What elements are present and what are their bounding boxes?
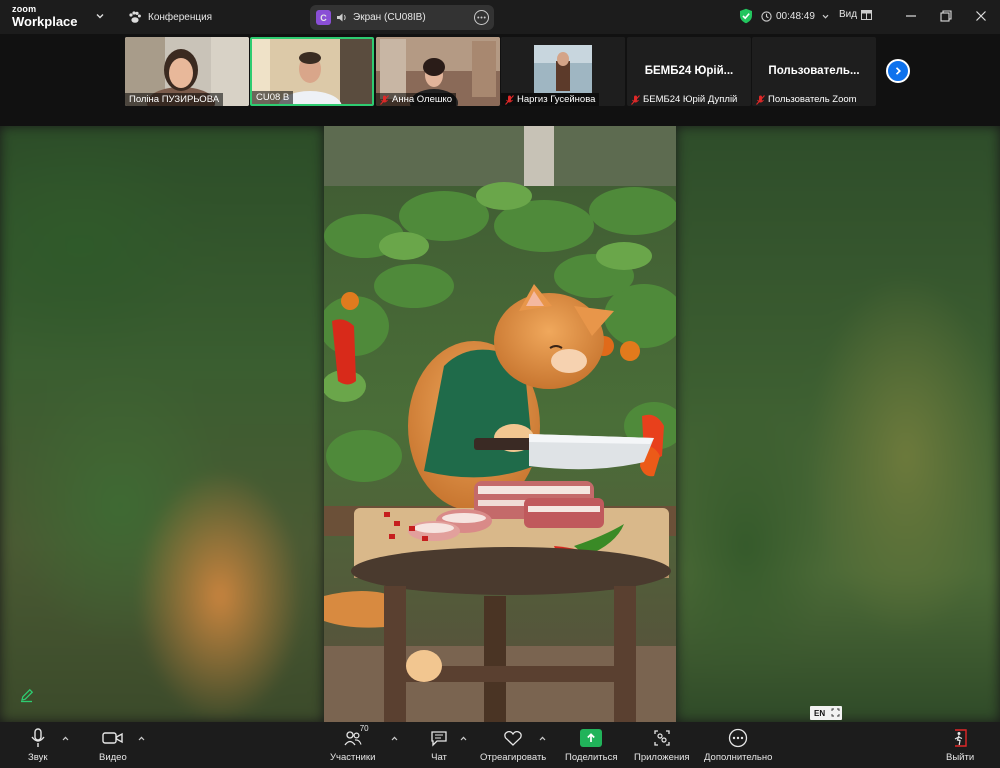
- audio-button[interactable]: Звук: [28, 727, 47, 763]
- participant-name: БЕМБ24 Юрій Дуплій: [627, 93, 741, 106]
- sharer-avatar: C: [316, 10, 331, 25]
- leave-button[interactable]: Выйти: [946, 727, 974, 763]
- meeting-timer[interactable]: 00:48:49: [761, 8, 834, 24]
- language-indicator[interactable]: EN: [810, 706, 842, 720]
- chevron-up-icon[interactable]: [61, 734, 70, 743]
- cat-cooking-image: [324, 126, 676, 722]
- view-button[interactable]: Вид: [839, 9, 873, 20]
- apps-label: Приложения: [634, 752, 690, 763]
- chat-label: Чат: [431, 752, 447, 763]
- apps-icon: [654, 730, 670, 746]
- expand-icon: [831, 708, 840, 717]
- screen-share-label: Экран (CU08IB): [353, 12, 426, 23]
- camera-icon: [102, 732, 123, 744]
- title-bar: zoom Workplace Конференция C Экран (CU08…: [0, 0, 1000, 34]
- participant-tile-active[interactable]: CU08 B: [250, 37, 374, 106]
- participant-tile[interactable]: БЕМБ24 Юрій... БЕМБ24 Юрій Дуплій: [627, 37, 751, 106]
- muted-mic-icon: [756, 94, 765, 105]
- participant-strip: Поліна ПУЗИРЬОВА CU08 B Анна Олешко Нарг…: [0, 34, 1000, 126]
- chevron-up-icon[interactable]: [390, 734, 399, 743]
- leave-label: Выйти: [946, 752, 975, 763]
- view-label: Вид: [839, 9, 858, 20]
- share-arrow-icon: [580, 729, 603, 747]
- meeting-info-button[interactable]: Конференция: [128, 9, 212, 25]
- chevron-right-icon: [895, 67, 902, 75]
- participants-count: 70: [359, 724, 369, 733]
- meeting-label: Конференция: [148, 11, 213, 23]
- participant-name: CU08 B: [252, 91, 294, 104]
- heart-icon: [504, 730, 522, 746]
- chevron-down-icon[interactable]: [94, 10, 106, 22]
- audio-label: Звук: [28, 752, 48, 763]
- grid-view-icon: [861, 9, 873, 20]
- participant-tile[interactable]: Пользователь... Пользователь Zoom: [752, 37, 876, 106]
- participant-name: Наргиз Гусейнова: [501, 93, 600, 106]
- blurred-background-right: [676, 126, 1000, 722]
- close-icon[interactable]: [973, 8, 989, 24]
- chat-icon: [431, 730, 447, 747]
- language-text: EN: [814, 708, 826, 718]
- restore-icon[interactable]: [938, 8, 954, 24]
- next-page-button[interactable]: [886, 59, 910, 83]
- video-label: Видео: [99, 752, 127, 763]
- blurred-background-left: [0, 126, 324, 722]
- muted-mic-icon: [380, 94, 389, 105]
- participants-button[interactable]: 70 Участники: [330, 724, 376, 763]
- chevron-up-icon[interactable]: [137, 734, 146, 743]
- participant-tile[interactable]: Поліна ПУЗИРЬОВА: [125, 37, 249, 106]
- meeting-toolbar: Звук Видео 70 Участники Чат Отреагироват…: [0, 722, 1000, 768]
- video-button[interactable]: Видео: [99, 727, 127, 763]
- microphone-icon: [31, 728, 45, 747]
- react-label: Отреагировать: [480, 752, 547, 763]
- chevron-up-icon[interactable]: [538, 734, 547, 743]
- speaker-icon: [337, 13, 346, 22]
- participant-name: Поліна ПУЗИРЬОВА: [125, 93, 224, 106]
- muted-mic-icon: [505, 94, 514, 105]
- paw-icon: [129, 10, 141, 23]
- participant-display-name: БЕМБ24 Юрій...: [644, 65, 734, 77]
- react-button[interactable]: Отреагировать: [480, 727, 546, 763]
- chevron-up-icon[interactable]: [459, 734, 468, 743]
- brand-zoom-text: zoom: [12, 4, 37, 14]
- more-options-icon[interactable]: [474, 10, 489, 25]
- participant-display-name: Пользователь...: [768, 65, 860, 77]
- participant-tile[interactable]: Анна Олешко: [376, 37, 500, 106]
- screen-share-indicator[interactable]: C Экран (CU08IB): [310, 5, 494, 30]
- leave-door-icon: [954, 729, 967, 747]
- more-icon: [729, 728, 748, 748]
- apps-button[interactable]: Приложения: [634, 727, 690, 763]
- participant-name: Анна Олешко: [376, 93, 457, 106]
- brand-workplace-text: Workplace: [12, 14, 78, 29]
- share-screen-button[interactable]: Поделиться: [565, 727, 617, 763]
- shared-screen[interactable]: EN: [0, 126, 1000, 722]
- zoom-logo[interactable]: zoom Workplace: [12, 4, 78, 29]
- more-label: Дополнительно: [704, 752, 773, 763]
- minimize-icon[interactable]: [903, 8, 919, 24]
- participants-label: Участники: [330, 752, 376, 763]
- muted-mic-icon: [631, 94, 640, 105]
- timer-text: 00:48:49: [776, 10, 815, 22]
- share-label: Поделиться: [565, 752, 618, 763]
- more-button[interactable]: Дополнительно: [704, 727, 772, 763]
- chat-button[interactable]: Чат: [430, 727, 448, 763]
- security-shield-icon[interactable]: [739, 8, 753, 24]
- annotate-pencil-icon[interactable]: [18, 686, 36, 704]
- shared-video: [324, 126, 676, 722]
- participant-tile[interactable]: Наргиз Гусейнова: [501, 37, 625, 106]
- participant-name: Пользователь Zoom: [752, 93, 861, 106]
- clock-icon: [761, 10, 772, 22]
- chevron-down-icon: [822, 14, 829, 19]
